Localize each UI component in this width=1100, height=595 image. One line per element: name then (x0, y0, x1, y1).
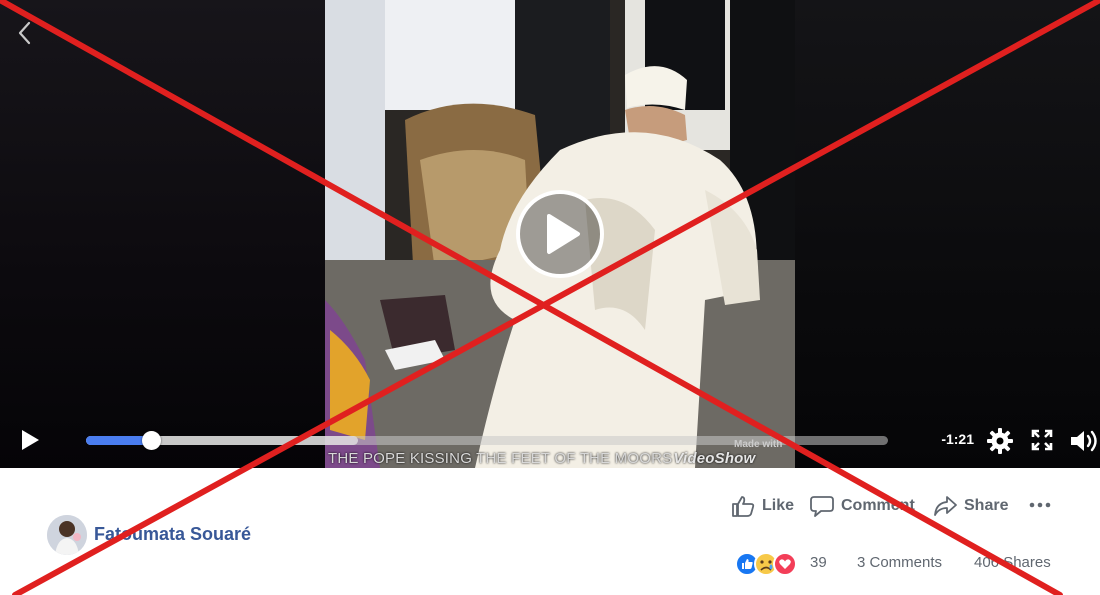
like-button[interactable]: Like (731, 493, 794, 519)
share-button[interactable]: Share (933, 493, 1008, 519)
thumbs-up-icon (732, 496, 755, 517)
fullscreen-expand-icon[interactable] (1031, 429, 1053, 451)
comments-count-link[interactable]: 3 Comments (857, 554, 942, 571)
author-name[interactable]: Fatoumata Souaré (94, 524, 251, 545)
back-chevron-icon[interactable] (12, 18, 36, 48)
big-play-button[interactable] (515, 189, 605, 279)
reaction-icons[interactable] (735, 551, 807, 577)
video-side-blur-right (795, 0, 1100, 468)
video-side-blur-left (0, 0, 325, 468)
video-player[interactable]: THE POPE KISSING THE FEET OF THE MOORSVi… (0, 0, 1100, 468)
volume-icon[interactable] (1069, 427, 1099, 455)
videoshow-watermark: VideoShow (673, 450, 756, 467)
comment-button[interactable]: Comment (810, 493, 915, 519)
love-reaction-icon (773, 552, 797, 576)
author-avatar[interactable] (47, 515, 87, 555)
settings-gear-icon[interactable] (986, 427, 1014, 455)
shares-count-link[interactable]: 406 Shares (974, 554, 1051, 571)
comment-bubble-icon (810, 496, 834, 517)
more-options-icon[interactable] (1028, 497, 1052, 513)
share-label: Share (964, 497, 1009, 514)
video-caption: THE POPE KISSING THE FEET OF THE MOORSVi… (328, 450, 755, 467)
video-caption-text: THE POPE KISSING THE FEET OF THE MOORS (328, 450, 673, 467)
time-remaining: -1:21 (941, 431, 974, 447)
like-label: Like (762, 497, 795, 514)
progress-scrubber-handle[interactable] (141, 431, 161, 450)
progress-bar[interactable] (86, 431, 888, 450)
play-icon[interactable] (19, 429, 41, 451)
reaction-count: 39 (810, 554, 827, 571)
share-arrow-icon (934, 496, 957, 516)
comment-label: Comment (841, 497, 915, 514)
